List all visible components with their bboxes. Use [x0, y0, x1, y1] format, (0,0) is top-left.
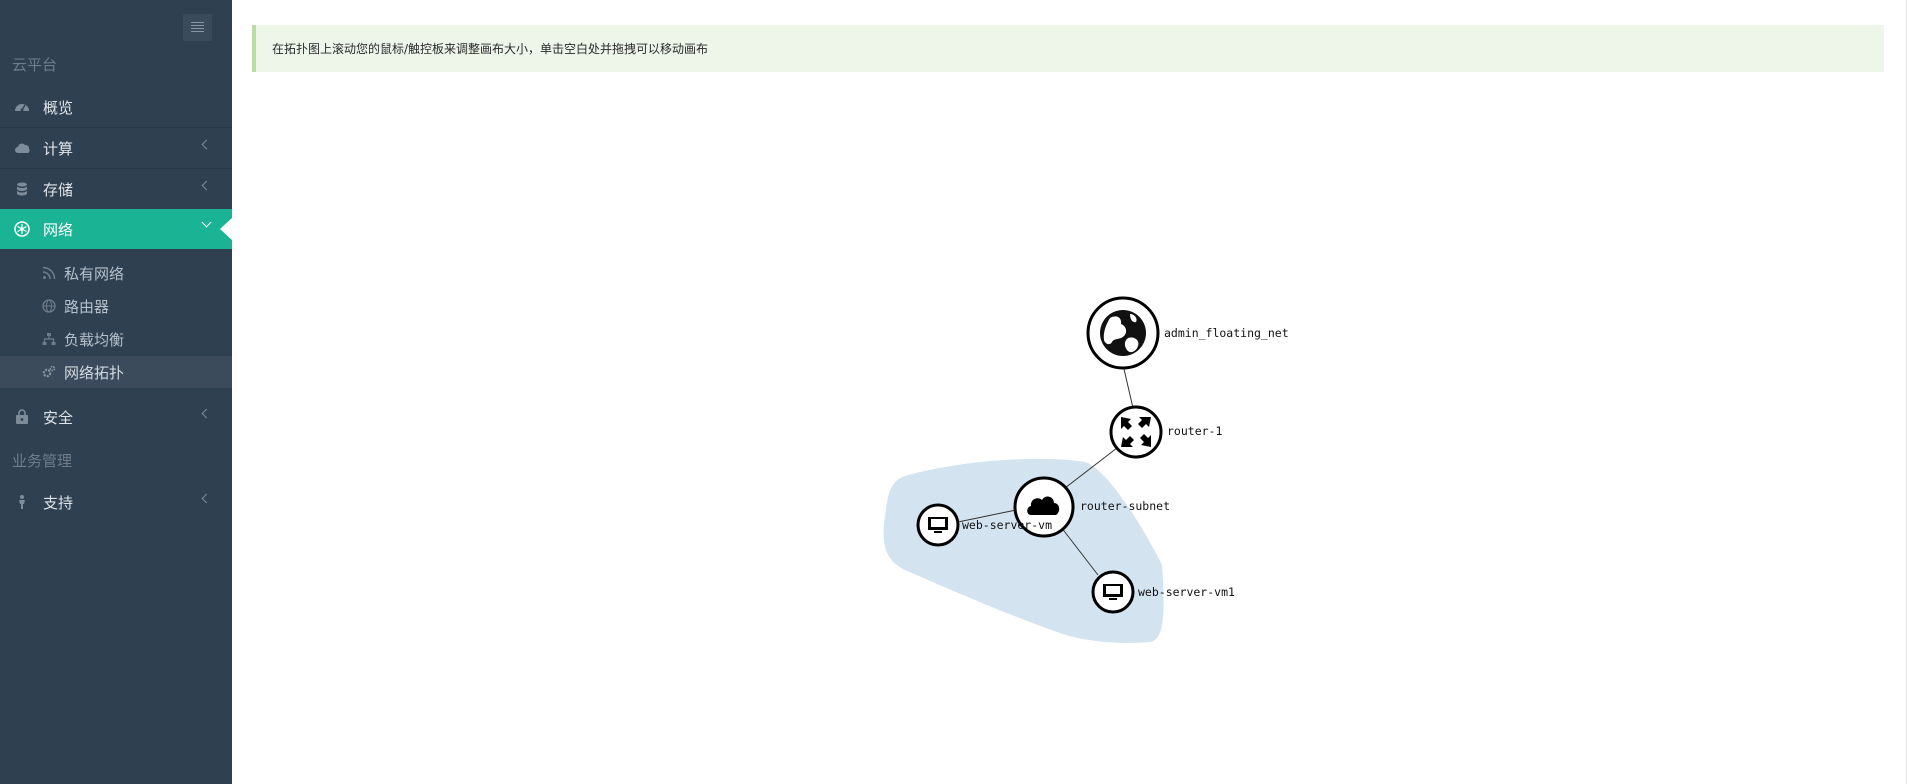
node-label-router: router-1 — [1167, 424, 1222, 438]
node-vm-web-server-vm1[interactable]: web-server-vm1 — [1091, 570, 1235, 614]
chevron-left-icon — [201, 139, 212, 150]
nav-item-compute[interactable]: 计算 — [0, 128, 232, 168]
node-label-subnet: router-subnet — [1080, 499, 1170, 513]
topology-hint-banner: 在拓扑图上滚动您的鼠标/触控板来调整画布大小，单击空白处并拖拽可以移动画布 — [252, 25, 1884, 72]
node-external-network[interactable]: admin_floating_net — [1086, 296, 1289, 370]
network-icon — [14, 221, 30, 237]
nav-item-label: 计算 — [43, 140, 74, 158]
node-router[interactable]: router-1 — [1109, 405, 1222, 459]
menu-toggle-button[interactable] — [183, 14, 212, 41]
rss-icon — [42, 266, 56, 280]
subitem-private-network[interactable]: 私有网络 — [0, 257, 232, 289]
nav-item-label: 存储 — [43, 181, 74, 199]
nav-item-label: 安全 — [43, 409, 74, 427]
subitem-router[interactable]: 路由器 — [0, 290, 232, 322]
node-label-vm1: web-server-vm — [962, 518, 1052, 532]
node-label-external: admin_floating_net — [1164, 326, 1289, 340]
menu-icon-line — [191, 31, 204, 32]
sidebar: 云平台 概览 计算 存储 网络 私有网络 路由器 负载均衡 网络拓扑 安全 业务… — [0, 0, 232, 784]
globe-icon — [42, 299, 56, 313]
database-icon — [17, 182, 27, 196]
chevron-left-icon — [201, 180, 212, 191]
support-icon — [19, 495, 25, 509]
hint-text: 在拓扑图上滚动您的鼠标/触控板来调整画布大小，单击空白处并拖拽可以移动画布 — [272, 42, 709, 56]
menu-icon-line — [191, 22, 204, 23]
subitem-network-topology[interactable]: 网络拓扑 — [0, 356, 232, 388]
nav-item-overview[interactable]: 概览 — [0, 87, 232, 127]
node-label-vm2: web-server-vm1 — [1138, 585, 1235, 599]
chevron-down-icon — [201, 217, 212, 228]
dashboard-icon — [15, 104, 29, 112]
topology-canvas[interactable]: admin_floating_net router-1 router-subne… — [232, 72, 1909, 784]
subitem-label: 路由器 — [64, 298, 110, 316]
link-external-router — [1123, 368, 1134, 409]
active-indicator — [220, 218, 232, 240]
subitem-label: 负载均衡 — [64, 331, 125, 349]
nav-item-label: 网络 — [43, 221, 74, 239]
nav-item-label: 概览 — [43, 99, 74, 117]
nav-item-security[interactable]: 安全 — [0, 397, 232, 437]
cogs-icon — [42, 365, 56, 378]
section-label-business: 业务管理 — [12, 452, 73, 470]
menu-icon-line — [191, 28, 204, 29]
sitemap-icon — [42, 333, 56, 345]
chevron-left-icon — [201, 493, 212, 504]
nav-item-storage[interactable]: 存储 — [0, 169, 232, 209]
subitem-label: 网络拓扑 — [64, 364, 125, 382]
lock-icon — [16, 409, 28, 424]
scrollbar-track[interactable] — [1906, 0, 1907, 784]
cloud-icon — [15, 143, 30, 153]
nav-item-label: 支持 — [43, 494, 74, 512]
menu-icon-line — [191, 25, 204, 26]
nav-item-network[interactable]: 网络 — [0, 209, 232, 249]
subitem-label: 私有网络 — [64, 265, 125, 283]
section-label-cloud: 云平台 — [12, 56, 58, 74]
subitem-load-balancer[interactable]: 负载均衡 — [0, 323, 232, 355]
chevron-left-icon — [201, 408, 212, 419]
nav-item-support[interactable]: 支持 — [0, 482, 232, 522]
globe-icon — [1100, 310, 1146, 356]
